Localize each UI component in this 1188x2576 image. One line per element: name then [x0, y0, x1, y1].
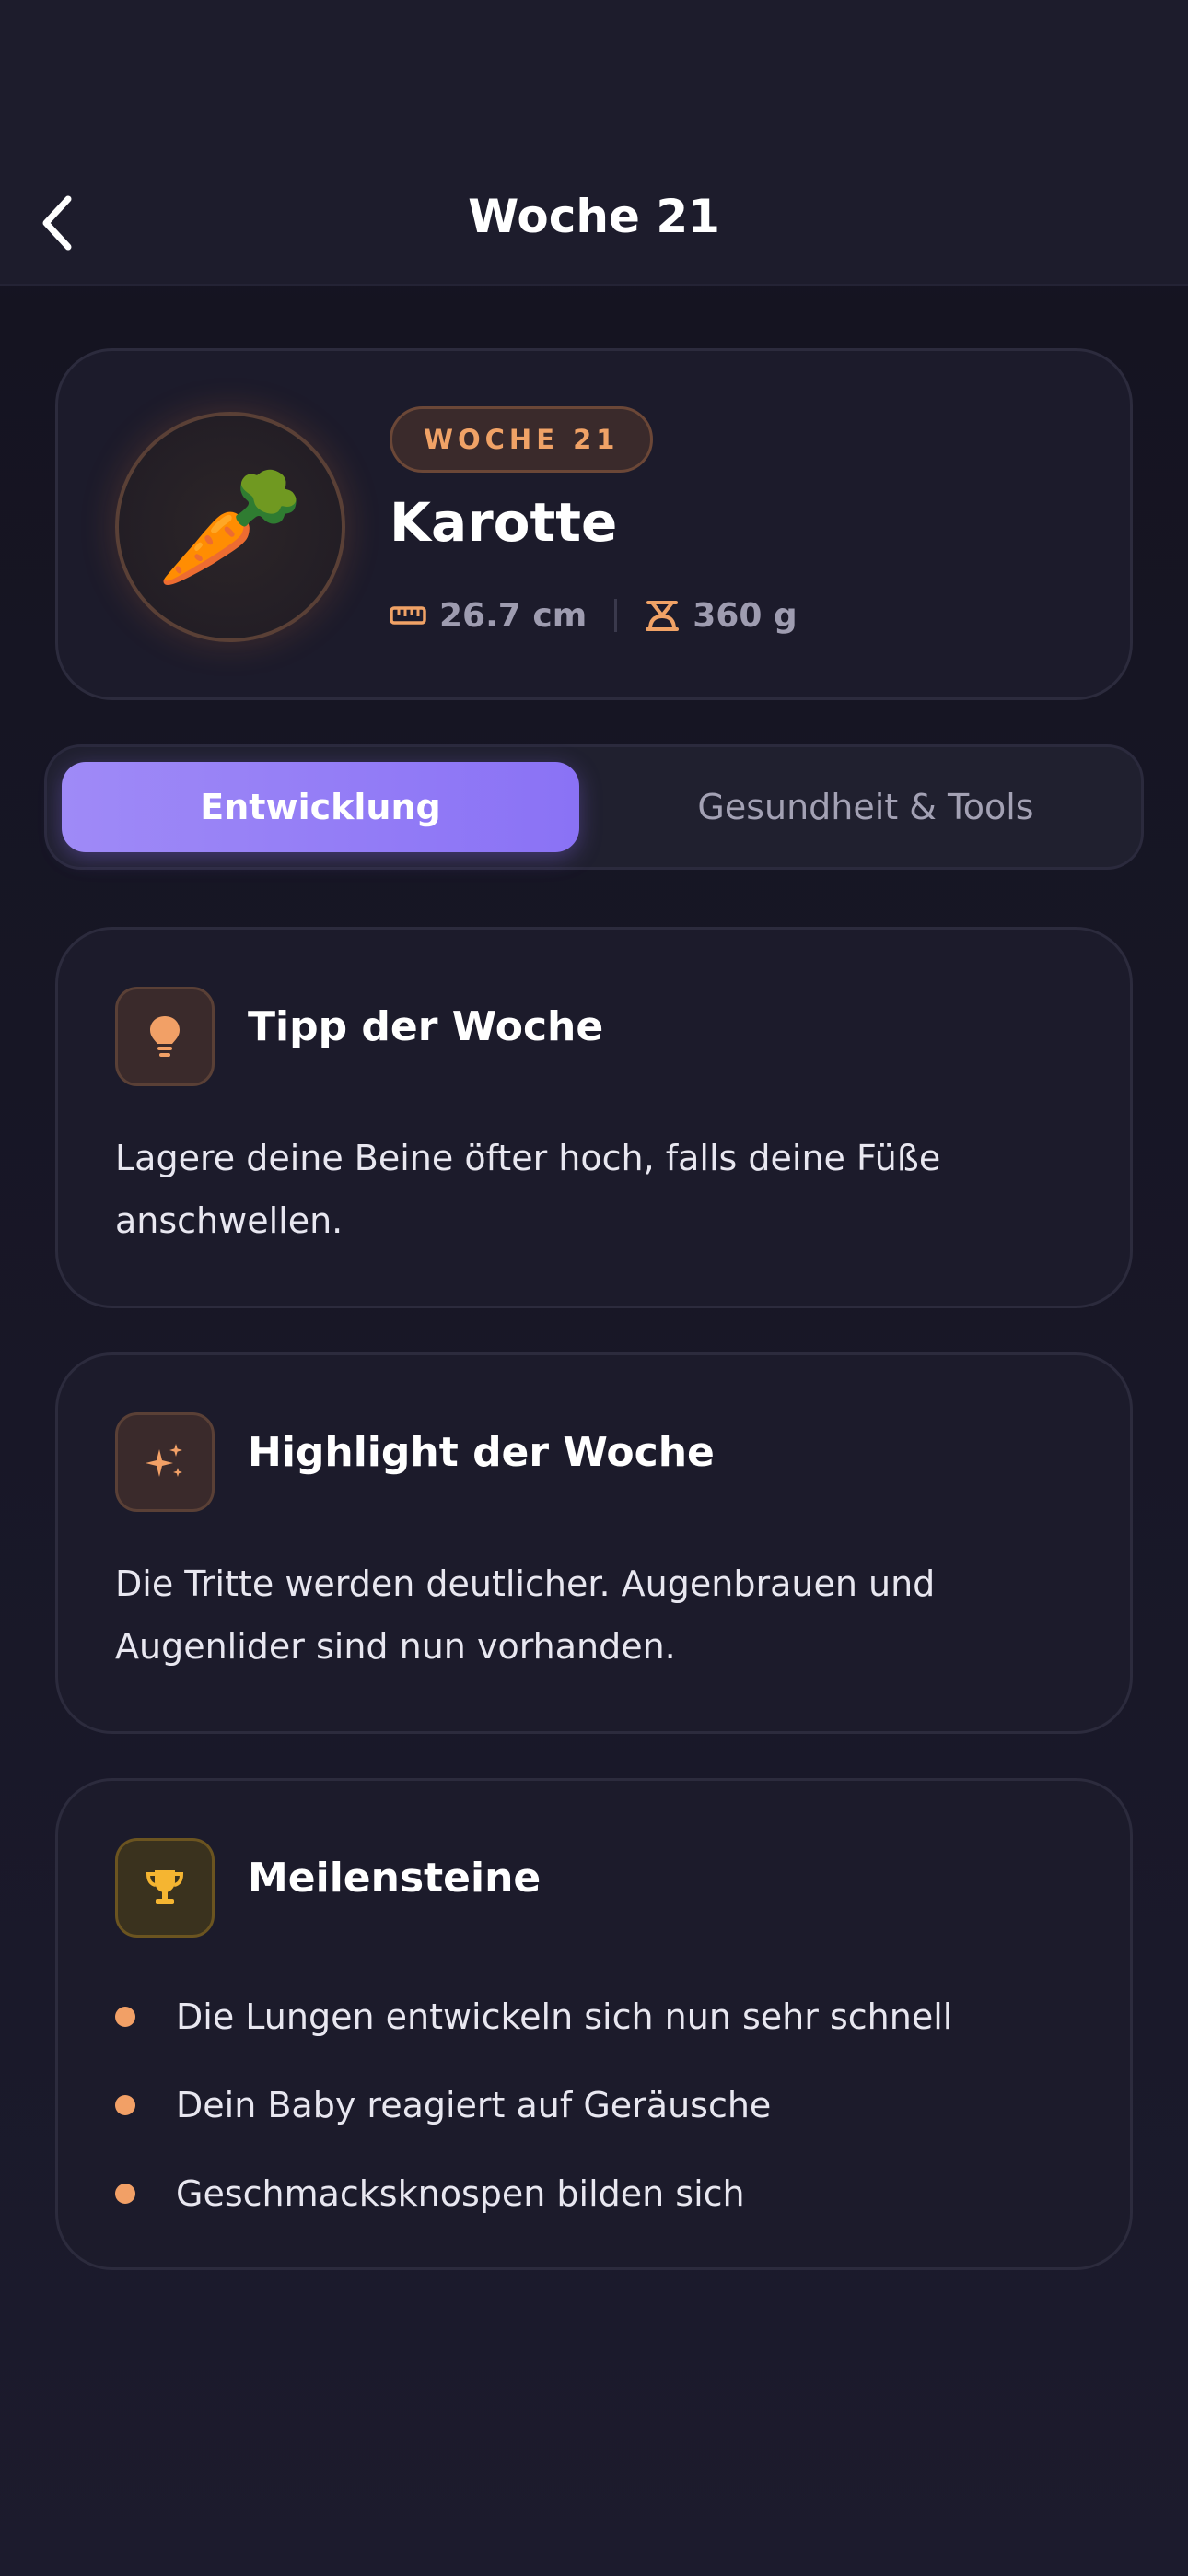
tip-icon-box — [115, 987, 215, 1086]
bullet-icon — [115, 2184, 135, 2204]
scale-icon — [646, 601, 680, 631]
nav-header: Woche 21 — [0, 0, 1188, 286]
weight-stat: 360 g — [645, 596, 798, 635]
milestones-icon-box — [115, 1838, 215, 1938]
page: Woche 21 🥕 WOCHE 21 Karotte 26.7 cm 360 … — [0, 0, 1188, 2576]
bullet-icon — [115, 2007, 135, 2027]
tab-entwicklung[interactable]: Entwicklung — [62, 762, 579, 852]
bullet-icon — [115, 2095, 135, 2115]
milestones-title: Meilensteine — [248, 1855, 542, 1902]
lightbulb-icon — [150, 1016, 180, 1057]
stat-divider — [614, 599, 618, 632]
milestones-list: Die Lungen entwickeln sich nun sehr schn… — [115, 1973, 1093, 2238]
week-badge: WOCHE 21 — [390, 406, 654, 473]
highlight-card: Highlight der Woche Die Tritte werden de… — [55, 1352, 1133, 1734]
fruit-name: Karotte — [390, 491, 618, 554]
week-summary-card: 🥕 WOCHE 21 Karotte 26.7 cm 360 g — [55, 348, 1133, 700]
tip-title: Tipp der Woche — [248, 1003, 604, 1050]
page-title: Woche 21 — [468, 190, 720, 243]
ruler-icon — [390, 606, 426, 625]
trophy-icon — [146, 1870, 184, 1904]
sparkles-icon — [146, 1444, 182, 1477]
highlight-title: Highlight der Woche — [248, 1429, 715, 1476]
list-item: Dein Baby reagiert auf Geräusche — [115, 2061, 1093, 2149]
tip-body: Lagere deine Beine öfter hoch, falls dei… — [115, 1138, 941, 1241]
list-item: Die Lungen entwickeln sich nun sehr schn… — [115, 1973, 1093, 2061]
length-value: 26.7 cm — [439, 596, 588, 635]
section-tabs: Entwicklung Gesundheit & Tools — [44, 744, 1144, 870]
size-stats: 26.7 cm 360 g — [390, 592, 798, 638]
weight-value: 360 g — [693, 596, 798, 635]
carrot-icon: 🥕 — [115, 412, 345, 642]
highlight-body: Die Tritte werden deutlicher. Augenbraue… — [115, 1563, 936, 1667]
highlight-icon-box — [115, 1412, 215, 1512]
length-stat: 26.7 cm — [390, 597, 587, 635]
milestones-card: Meilensteine Die Lungen entwickeln sich … — [55, 1778, 1133, 2270]
tip-card: Tipp der Woche Lagere deine Beine öfter … — [55, 927, 1133, 1308]
tab-gesundheit-tools[interactable]: Gesundheit & Tools — [600, 762, 1132, 852]
list-item: Geschmacksknospen bilden sich — [115, 2149, 1093, 2238]
